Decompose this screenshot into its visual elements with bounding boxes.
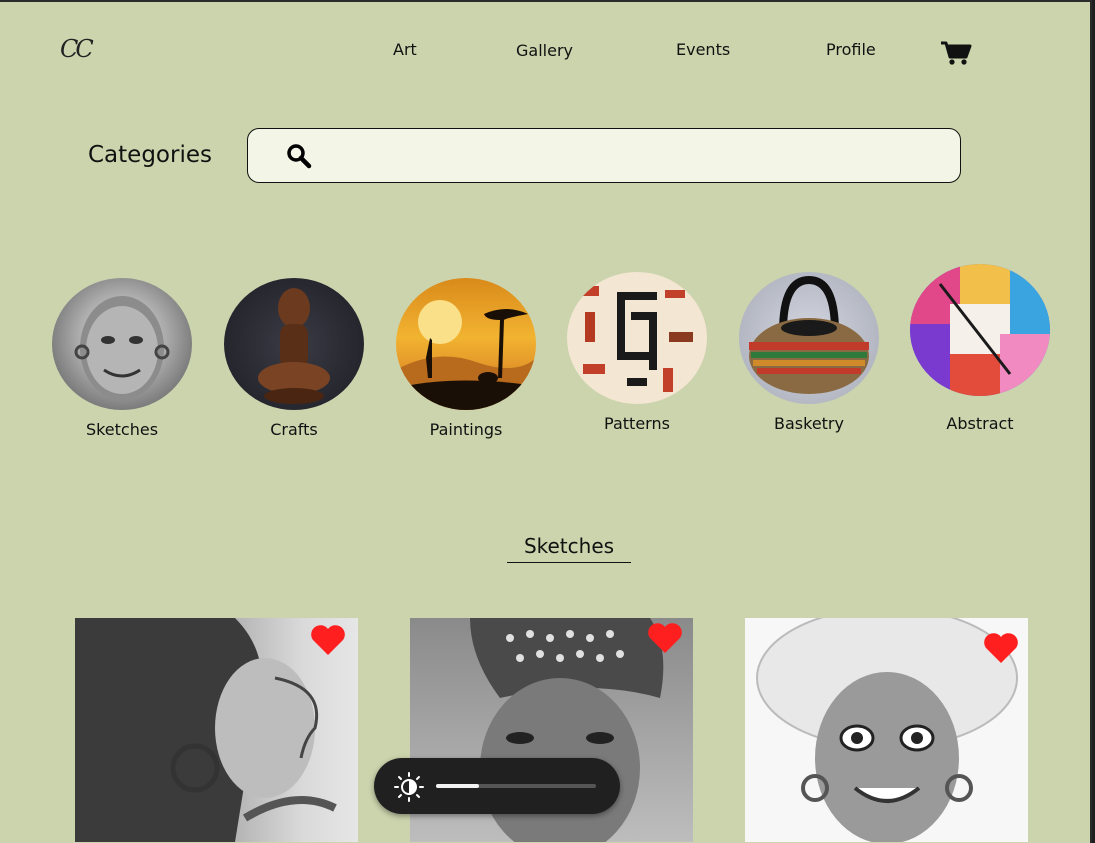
patterns-thumbnail xyxy=(567,272,707,404)
brightness-icon xyxy=(394,772,424,802)
search-input[interactable] xyxy=(318,139,942,173)
section-title: Sketches xyxy=(507,534,631,563)
category-abstract[interactable]: Abstract xyxy=(905,264,1055,433)
category-label: Paintings xyxy=(429,420,503,439)
brightness-overlay[interactable] xyxy=(374,758,620,814)
search-icon[interactable] xyxy=(286,143,312,169)
sketch-card[interactable] xyxy=(75,618,358,842)
nav-events[interactable]: Events xyxy=(676,40,730,59)
category-patterns[interactable]: Patterns xyxy=(562,272,712,433)
heart-icon[interactable] xyxy=(647,622,683,654)
category-crafts[interactable]: Crafts xyxy=(219,272,369,439)
nav-profile[interactable]: Profile xyxy=(826,40,876,59)
paintings-thumbnail xyxy=(396,278,536,410)
sketch-card[interactable] xyxy=(745,618,1028,842)
app-frame: CC Art Gallery Events Profile Categories xyxy=(0,0,1092,843)
category-label: Abstract xyxy=(946,414,1014,433)
logo[interactable]: CC xyxy=(60,35,94,63)
sketches-thumbnail xyxy=(52,278,192,410)
heart-icon[interactable] xyxy=(983,632,1019,664)
cart-icon[interactable] xyxy=(940,40,972,66)
category-label: Basketry xyxy=(774,414,844,433)
basketry-thumbnail xyxy=(739,272,879,404)
nav-art[interactable]: Art xyxy=(393,40,417,59)
category-label: Patterns xyxy=(604,414,670,433)
crafts-thumbnail xyxy=(224,278,364,410)
category-basketry[interactable]: Basketry xyxy=(734,272,884,433)
nav-gallery[interactable]: Gallery xyxy=(516,41,573,60)
category-sketches[interactable]: Sketches xyxy=(47,272,197,439)
brightness-slider[interactable] xyxy=(436,784,596,788)
categories-heading: Categories xyxy=(88,142,212,168)
brightness-slider-fill xyxy=(436,784,480,788)
search-box[interactable] xyxy=(247,128,961,183)
category-paintings[interactable]: Paintings xyxy=(391,272,541,439)
category-label: Crafts xyxy=(270,420,318,439)
heart-icon[interactable] xyxy=(310,624,346,656)
abstract-thumbnail xyxy=(910,264,1050,396)
category-label: Sketches xyxy=(85,420,159,439)
